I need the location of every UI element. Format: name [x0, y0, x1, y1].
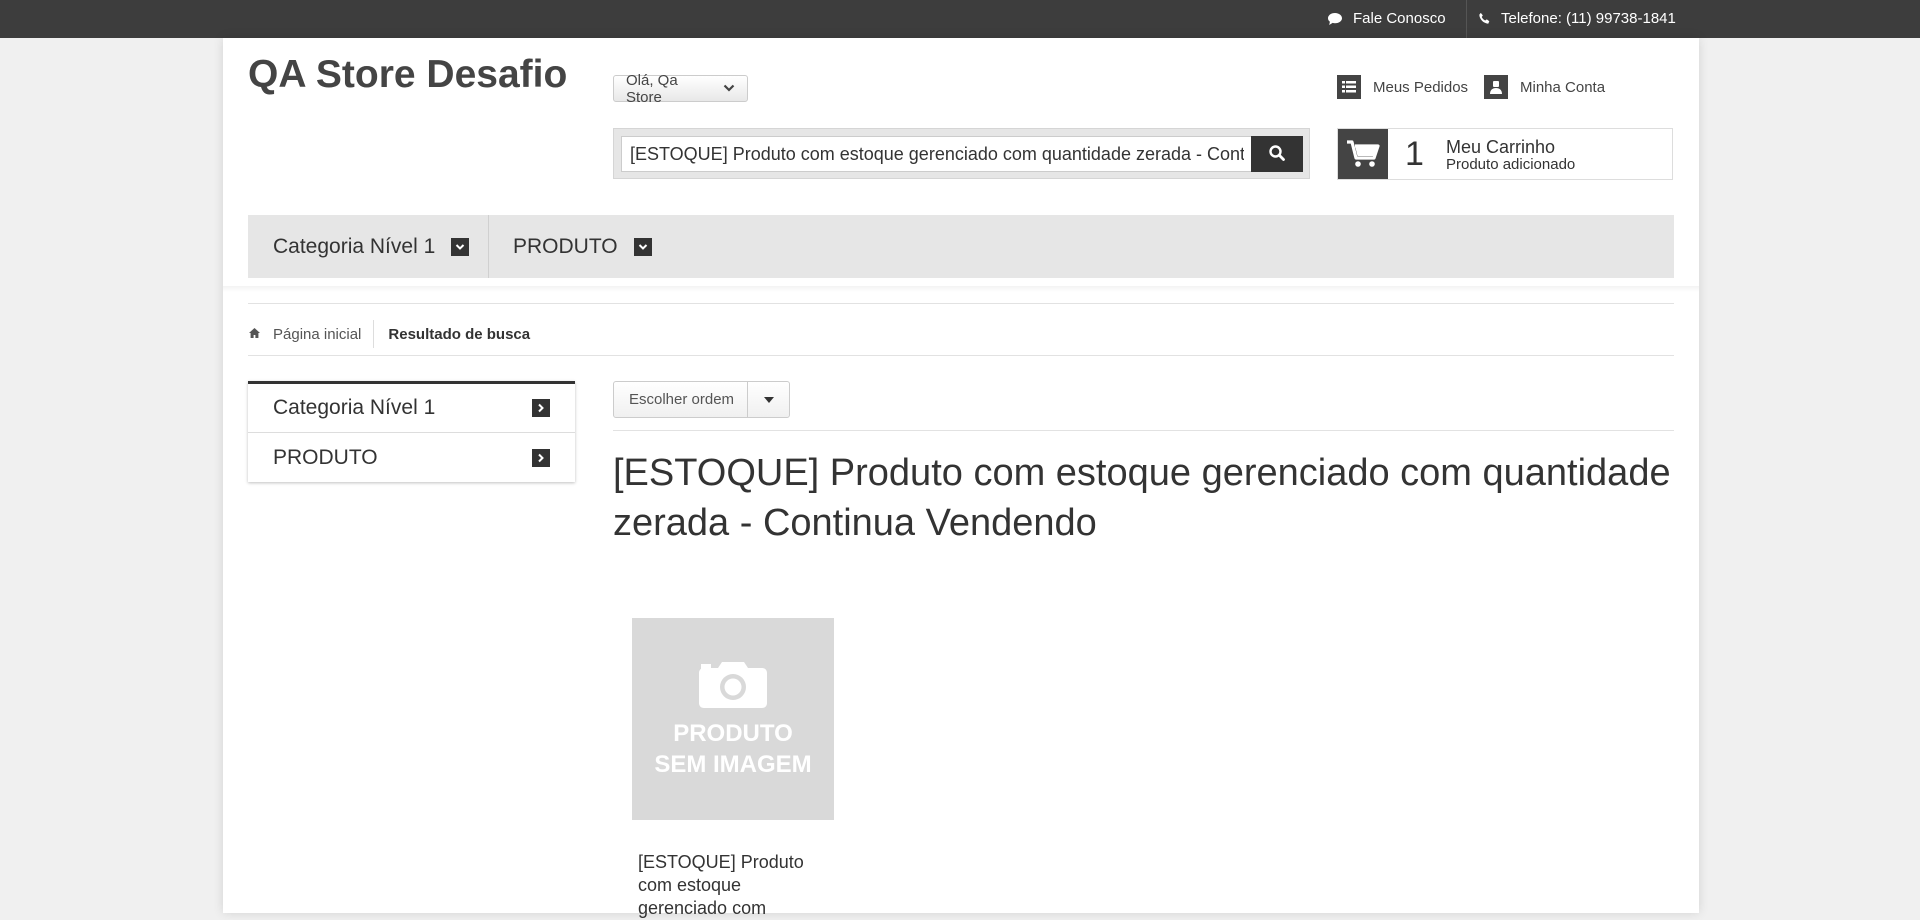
main-nav: Categoria Nível 1 PRODUTO — [248, 215, 1674, 278]
header-shadow — [223, 286, 1699, 292]
cart-count: 1 — [1405, 135, 1424, 173]
chevron-down-icon — [723, 80, 735, 97]
list-icon — [1337, 75, 1361, 99]
account-label: Minha Conta — [1520, 78, 1606, 96]
chevron-down-icon — [451, 237, 470, 256]
chat-icon — [1327, 12, 1343, 26]
sidebar-item-label: PRODUTO — [273, 445, 378, 469]
product-card[interactable]: PRODUTO SEM IMAGEM [ESTOQUE] Produto com… — [632, 618, 834, 920]
results-divider — [613, 430, 1674, 431]
chevron-right-icon — [532, 448, 550, 467]
search-input[interactable] — [621, 136, 1253, 172]
contact-label: Fale Conosco — [1353, 10, 1446, 27]
camera-icon — [698, 662, 768, 713]
nav-item-label: Categoria Nível 1 — [273, 234, 436, 258]
contact-link[interactable]: Fale Conosco — [1327, 10, 1446, 27]
phone-label: Telefone: (11) 99738-1841 — [1501, 10, 1676, 27]
chevron-right-icon — [532, 399, 550, 417]
topbar-divider — [1466, 0, 1467, 38]
account-link[interactable]: Minha Conta — [1484, 75, 1605, 99]
chevron-down-icon — [633, 237, 652, 256]
phone-icon — [1478, 12, 1491, 25]
product-image-placeholder[interactable]: PRODUTO SEM IMAGEM — [632, 618, 834, 820]
phone-info: Telefone: (11) 99738-1841 — [1478, 10, 1676, 27]
breadcrumb-home-label: Página inicial — [273, 325, 362, 343]
sidebar-item-label: Categoria Nível 1 — [273, 396, 436, 419]
no-image-line2: SEM IMAGEM — [654, 751, 812, 778]
nav-item-produto[interactable]: PRODUTO — [488, 215, 677, 278]
top-bar: Fale Conosco Telefone: (11) 99738-1841 — [0, 0, 1920, 38]
sort-label: Escolher ordem — [629, 391, 735, 408]
user-greeting-dropdown[interactable]: Olá, Qa Store — [613, 72, 748, 106]
breadcrumb-home[interactable]: Página inicial — [248, 320, 375, 348]
breadcrumb-divider-top — [248, 303, 1674, 304]
product-name[interactable]: [ESTOQUE] Produto com estoque gerenciado… — [632, 851, 818, 920]
sort-dropdown[interactable]: Escolher ordem — [613, 381, 790, 418]
orders-link[interactable]: Meus Pedidos — [1337, 75, 1468, 99]
nav-item-label: PRODUTO — [513, 234, 618, 258]
breadcrumb: Página inicial Resultado de busca — [248, 320, 530, 348]
user-icon — [1484, 75, 1508, 99]
search-button[interactable] — [1251, 136, 1303, 172]
caret-down-icon[interactable] — [747, 382, 789, 417]
sidebar-item-categoria[interactable]: Categoria Nível 1 — [248, 384, 575, 433]
no-image-text: PRODUTO SEM IMAGEM — [632, 718, 834, 780]
cart-icon — [1338, 129, 1388, 179]
search-bar — [613, 128, 1310, 179]
home-icon — [248, 326, 261, 343]
search-icon — [1268, 144, 1286, 165]
store-logo[interactable]: QA Store Desafio — [248, 53, 567, 97]
greeting-label: Olá, Qa Store — [626, 71, 678, 106]
nav-item-categoria[interactable]: Categoria Nível 1 — [248, 215, 494, 278]
no-image-line1: PRODUTO — [673, 720, 793, 747]
cart-title: Meu Carrinho — [1446, 137, 1556, 157]
breadcrumb-current: Resultado de busca — [388, 325, 531, 343]
breadcrumb-divider-bottom — [248, 355, 1674, 356]
sidebar-item-produto[interactable]: PRODUTO — [248, 433, 575, 482]
orders-label: Meus Pedidos — [1373, 78, 1469, 96]
category-sidebar: Categoria Nível 1 PRODUTO — [248, 381, 575, 482]
cart-subtitle: Produto adicionado — [1446, 156, 1576, 173]
cart-widget[interactable]: 1 Meu Carrinho Produto adicionado — [1337, 128, 1673, 180]
page-title: [ESTOQUE] Produto com estoque gerenciado… — [613, 452, 1671, 544]
page-container: QA Store Desafio Olá, Qa Store Meus Pedi… — [223, 38, 1699, 918]
